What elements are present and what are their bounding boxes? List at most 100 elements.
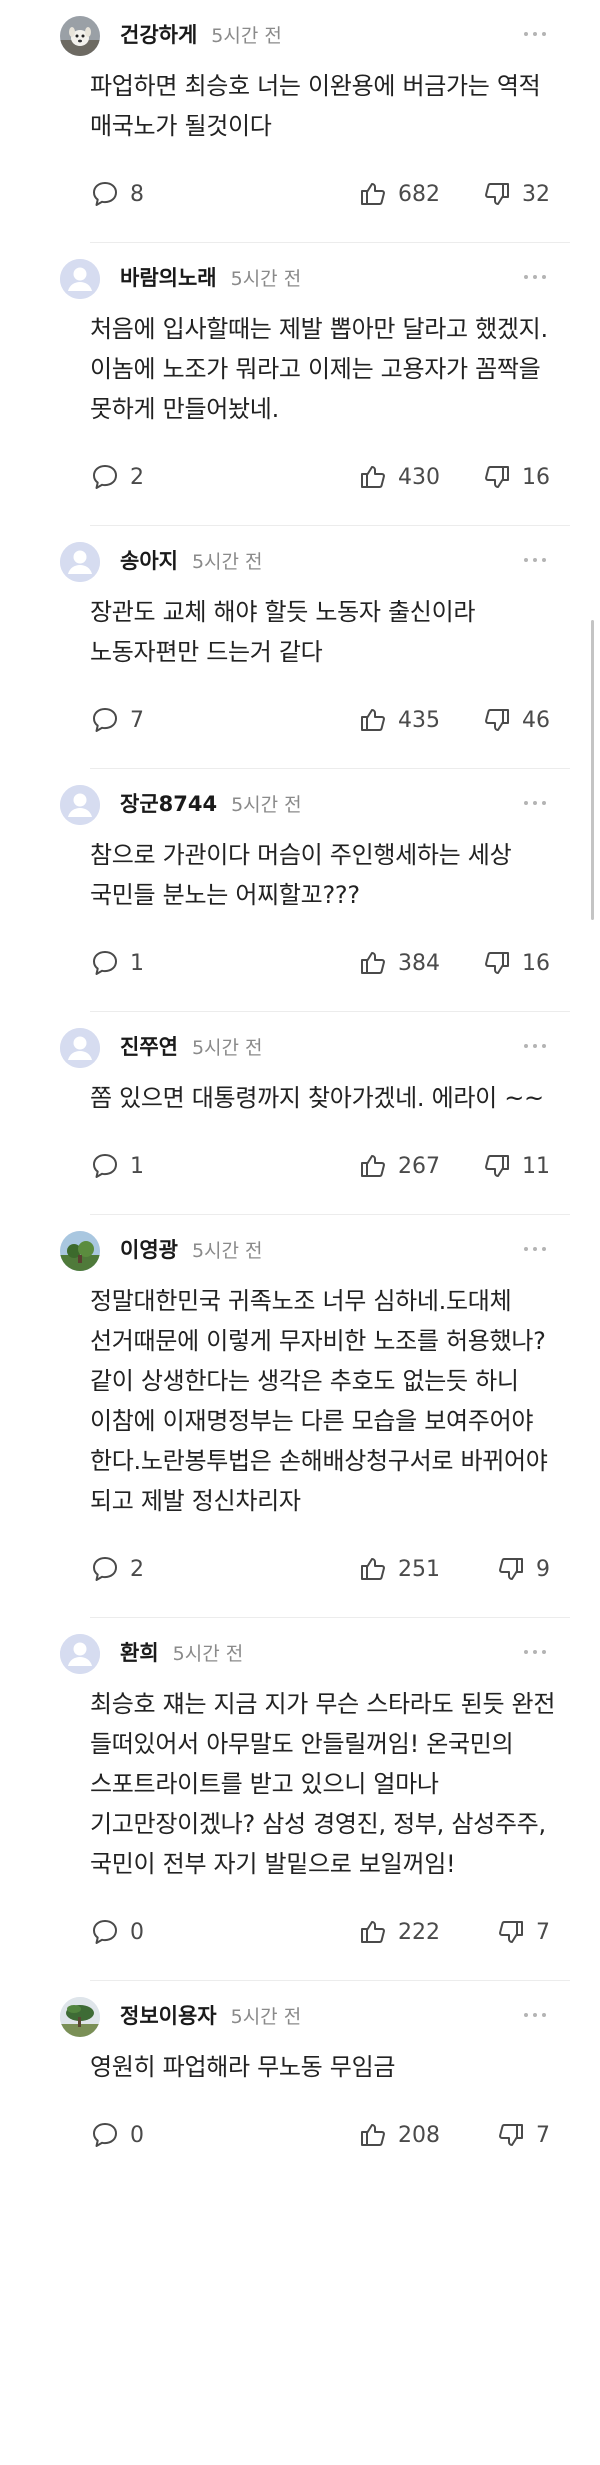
more-dots-icon[interactable] xyxy=(520,2003,550,2027)
reply-button[interactable]: 0 xyxy=(90,2119,144,2151)
comment-author[interactable]: 진쭈연 5시간 전 xyxy=(120,1032,263,1063)
more-dots-icon[interactable] xyxy=(520,265,550,289)
dislike-button[interactable]: 9 xyxy=(496,1553,550,1585)
like-count: 222 xyxy=(398,1919,440,1945)
avatar[interactable] xyxy=(60,16,100,56)
comment-item: 건강하게 5시간 전 파업하면 최승호 너는 이완용에 버금가는 역적 매국노가 될… xyxy=(0,0,600,243)
comment-author[interactable]: 환희 5시간 전 xyxy=(120,1638,243,1669)
thumbs-down-icon xyxy=(496,1917,526,1947)
reply-count: 1 xyxy=(130,950,144,976)
comment-text: 쫌 있으면 대통령까지 찾아가겠네. 에라이 ~~ xyxy=(90,1084,544,1112)
comment-actions: 2 430 16 xyxy=(30,429,570,525)
speech-bubble-icon xyxy=(90,948,120,978)
reply-button[interactable]: 8 xyxy=(90,178,144,210)
comment-author[interactable]: 정보이용자 5시간 전 xyxy=(120,2001,301,2032)
more-dots-icon[interactable] xyxy=(520,22,550,46)
more-dots-icon[interactable] xyxy=(520,1034,550,1058)
like-button[interactable]: 682 xyxy=(358,178,440,210)
comment-text: 정말대한민국 귀족노조 너무 심하네.도대체 선거때문에 이렇게 무자비한 노조… xyxy=(90,1287,548,1515)
comment-item: 이영광 5시간 전정말대한민국 귀족노조 너무 심하네.도대체 선거때문에 이렇게… xyxy=(0,1215,600,1618)
thumbs-down-icon xyxy=(482,705,512,735)
like-button[interactable]: 435 xyxy=(358,704,440,736)
more-dots-icon[interactable] xyxy=(520,548,550,572)
speech-bubble-icon xyxy=(90,462,120,492)
comment-text: 영원히 파업해라 무노동 무임금 xyxy=(90,2053,396,2081)
avatar[interactable] xyxy=(60,542,100,582)
dislike-count: 9 xyxy=(536,1556,550,1582)
author-name[interactable]: 정보이용자 xyxy=(120,2004,217,2028)
author-name[interactable]: 장군8744 xyxy=(120,792,217,816)
comment-author[interactable]: 송아지 5시간 전 xyxy=(120,546,263,577)
reply-count: 2 xyxy=(130,1556,144,1582)
reply-button[interactable]: 2 xyxy=(90,461,144,493)
comment-author[interactable]: 장군8744 5시간 전 xyxy=(120,789,302,820)
author-name[interactable]: 건강하게 xyxy=(120,23,197,47)
dislike-button[interactable]: 11 xyxy=(482,1150,550,1182)
more-dots-icon[interactable] xyxy=(520,1640,550,1664)
dislike-button[interactable]: 16 xyxy=(482,461,550,493)
comment-header: 진쭈연 5시간 전 xyxy=(30,1012,570,1078)
author-name[interactable]: 진쭈연 xyxy=(120,1035,178,1059)
thumbs-up-icon xyxy=(358,948,388,978)
thumbs-up-icon xyxy=(358,1554,388,1584)
thumbs-up-icon xyxy=(358,179,388,209)
comment-time: 5시간 전 xyxy=(191,1037,263,1059)
comment-author[interactable]: 이영광 5시간 전 xyxy=(120,1235,263,1266)
avatar[interactable] xyxy=(60,1997,100,2037)
thumbs-down-icon xyxy=(482,179,512,209)
comment-author[interactable]: 바람의노래 5시간 전 xyxy=(120,263,301,294)
author-name[interactable]: 환희 xyxy=(120,1641,159,1665)
dislike-button[interactable]: 32 xyxy=(482,178,550,210)
like-count: 267 xyxy=(398,1153,440,1179)
comment-actions: 1 267 11 xyxy=(30,1118,570,1214)
avatar[interactable] xyxy=(60,259,100,299)
like-button[interactable]: 222 xyxy=(358,1916,440,1948)
dislike-button[interactable]: 7 xyxy=(496,1916,550,1948)
comment-text: 처음에 입사할때는 제발 뽑아만 달라고 했겠지. 이놈에 노조가 뭐라고 이제… xyxy=(90,315,548,423)
author-name[interactable]: 바람의노래 xyxy=(120,266,217,290)
comment-item: 송아지 5시간 전 장관도 교체 해야 할듯 노동자 출신이라 노동자편만 드는거 … xyxy=(0,526,600,769)
dislike-count: 46 xyxy=(522,707,550,733)
reply-button[interactable]: 1 xyxy=(90,947,144,979)
reply-button[interactable]: 0 xyxy=(90,1916,144,1948)
comment-time: 5시간 전 xyxy=(230,2006,302,2028)
speech-bubble-icon xyxy=(90,705,120,735)
reply-count: 1 xyxy=(130,1153,144,1179)
avatar[interactable] xyxy=(60,1028,100,1068)
avatar[interactable] xyxy=(60,1634,100,1674)
like-button[interactable]: 251 xyxy=(358,1553,440,1585)
like-count: 682 xyxy=(398,181,440,207)
avatar[interactable] xyxy=(60,785,100,825)
comment-list: 건강하게 5시간 전 파업하면 최승호 너는 이완용에 버금가는 역적 매국노가 될… xyxy=(0,0,600,2183)
comment-time: 5시간 전 xyxy=(172,1643,244,1665)
dislike-button[interactable]: 46 xyxy=(482,704,550,736)
thumbs-down-icon xyxy=(482,462,512,492)
like-button[interactable]: 208 xyxy=(358,2119,440,2151)
more-dots-icon[interactable] xyxy=(520,791,550,815)
comment-header: 송아지 5시간 전 xyxy=(30,526,570,592)
like-button[interactable]: 267 xyxy=(358,1150,440,1182)
more-dots-icon[interactable] xyxy=(520,1237,550,1261)
dislike-button[interactable]: 16 xyxy=(482,947,550,979)
comment-actions: 2 251 9 xyxy=(30,1521,570,1617)
scrollbar[interactable] xyxy=(591,620,594,920)
thumbs-up-icon xyxy=(358,1151,388,1181)
comment-author[interactable]: 건강하게 5시간 전 xyxy=(120,20,282,51)
author-name[interactable]: 이영광 xyxy=(120,1238,178,1262)
reply-button[interactable]: 7 xyxy=(90,704,144,736)
like-count: 251 xyxy=(398,1556,440,1582)
thumbs-up-icon xyxy=(358,1917,388,1947)
speech-bubble-icon xyxy=(90,1917,120,1947)
comment-actions: 0 222 7 xyxy=(30,1884,570,1980)
reply-count: 0 xyxy=(130,2122,144,2148)
dislike-button[interactable]: 7 xyxy=(496,2119,550,2151)
reply-button[interactable]: 2 xyxy=(90,1553,144,1585)
author-name[interactable]: 송아지 xyxy=(120,549,178,573)
like-button[interactable]: 384 xyxy=(358,947,440,979)
like-button[interactable]: 430 xyxy=(358,461,440,493)
avatar[interactable] xyxy=(60,1231,100,1271)
reply-button[interactable]: 1 xyxy=(90,1150,144,1182)
speech-bubble-icon xyxy=(90,1554,120,1584)
like-count: 208 xyxy=(398,2122,440,2148)
comment-item: 장군8744 5시간 전 참으로 가관이다 머슴이 주인행세하는 세상 국민들 분노… xyxy=(0,769,600,1012)
